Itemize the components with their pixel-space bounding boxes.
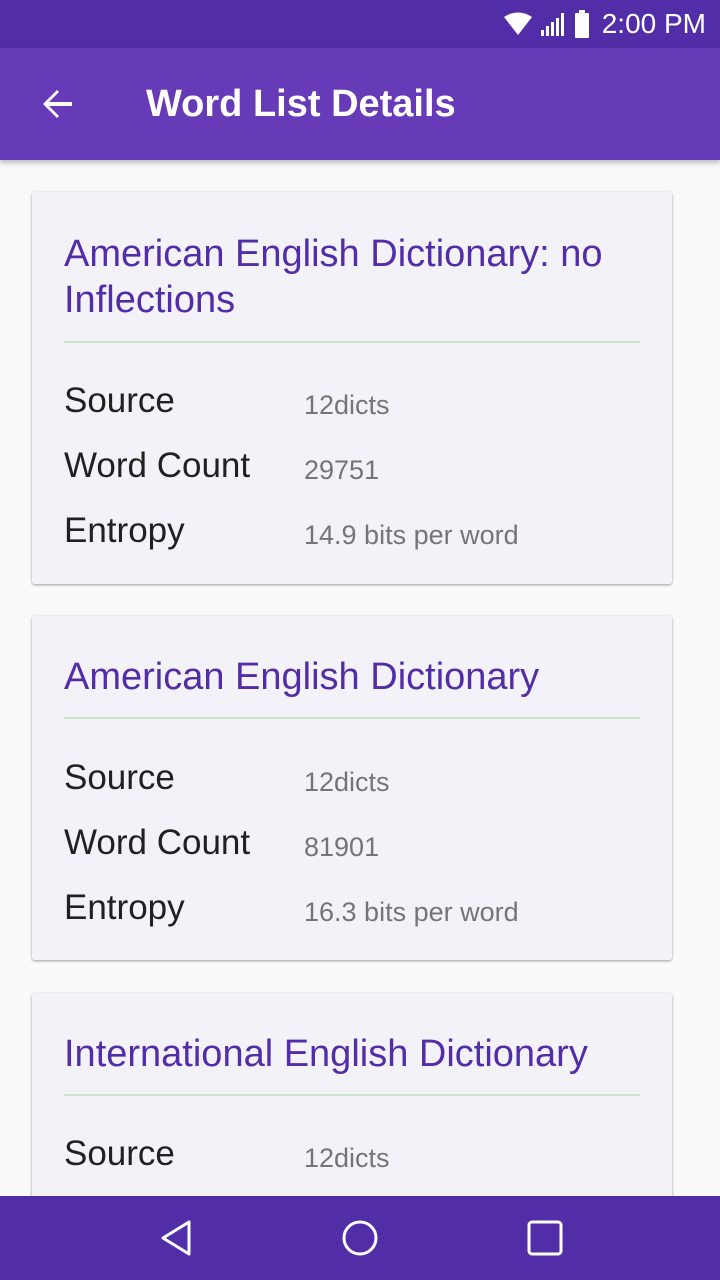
word-list-card: American English Dictionary Source 12dic… [32,616,672,960]
status-time: 2:00 PM [601,8,706,39]
entropy-label: Entropy [64,511,185,550]
status-bar: 2:00 PM [0,0,720,48]
status-icons: 2:00 PM [503,0,706,48]
home-circle-icon [342,1220,378,1256]
signal-icon [540,13,564,36]
word-list-card: International English Dictionary Source … [32,993,672,1196]
word-list-title: American English Dictionary: no Inflecti… [64,233,603,321]
entropy-value: 14.9 bits per word [304,520,519,550]
source-label: Source [64,758,175,797]
battery-icon [574,10,589,38]
card-divider [64,1094,640,1096]
word-list-title: American English Dictionary [64,656,540,698]
word-list-title: International English Dictionary [64,1033,588,1075]
wifi-icon [503,12,532,35]
back-button[interactable] [30,76,86,132]
nav-home-button[interactable] [332,1210,388,1266]
navigation-bar [0,1196,720,1280]
source-value: 12dicts [304,390,390,420]
source-label: Source [64,381,175,420]
word-count-value: 29751 [304,455,380,485]
source-label: Source [64,1134,175,1173]
word-count-row: Word Count 81901 [64,818,640,868]
source-value: 12dicts [304,1143,390,1173]
word-count-value: 81901 [304,832,380,862]
nav-back-button[interactable] [148,1210,204,1266]
back-triangle-icon [161,1220,191,1256]
word-list-card: American English Dictionary: no Inflecti… [32,192,672,584]
recents-square-icon [527,1220,563,1256]
card-divider [64,341,640,343]
word-count-row: Word Count 29751 [64,441,640,491]
entropy-row: Entropy 16.3 bits per word [64,883,640,933]
source-row: Source 12dicts [64,376,640,426]
page-title: Word List Details [146,83,456,125]
word-count-label: Word Count [64,823,251,862]
word-list-content[interactable]: American English Dictionary: no Inflecti… [0,160,720,1196]
source-row: Source 12dicts [64,753,640,803]
source-row: Source 12dicts [64,1129,640,1179]
app-bar: Word List Details [0,48,720,160]
entropy-row: Entropy 14.9 bits per word [64,506,640,556]
source-value: 12dicts [304,767,390,797]
card-divider [64,717,640,719]
nav-recents-button[interactable] [517,1210,573,1266]
word-count-label: Word Count [64,446,251,485]
arrow-back-icon [43,90,72,118]
entropy-value: 16.3 bits per word [304,897,519,927]
entropy-label: Entropy [64,888,185,927]
